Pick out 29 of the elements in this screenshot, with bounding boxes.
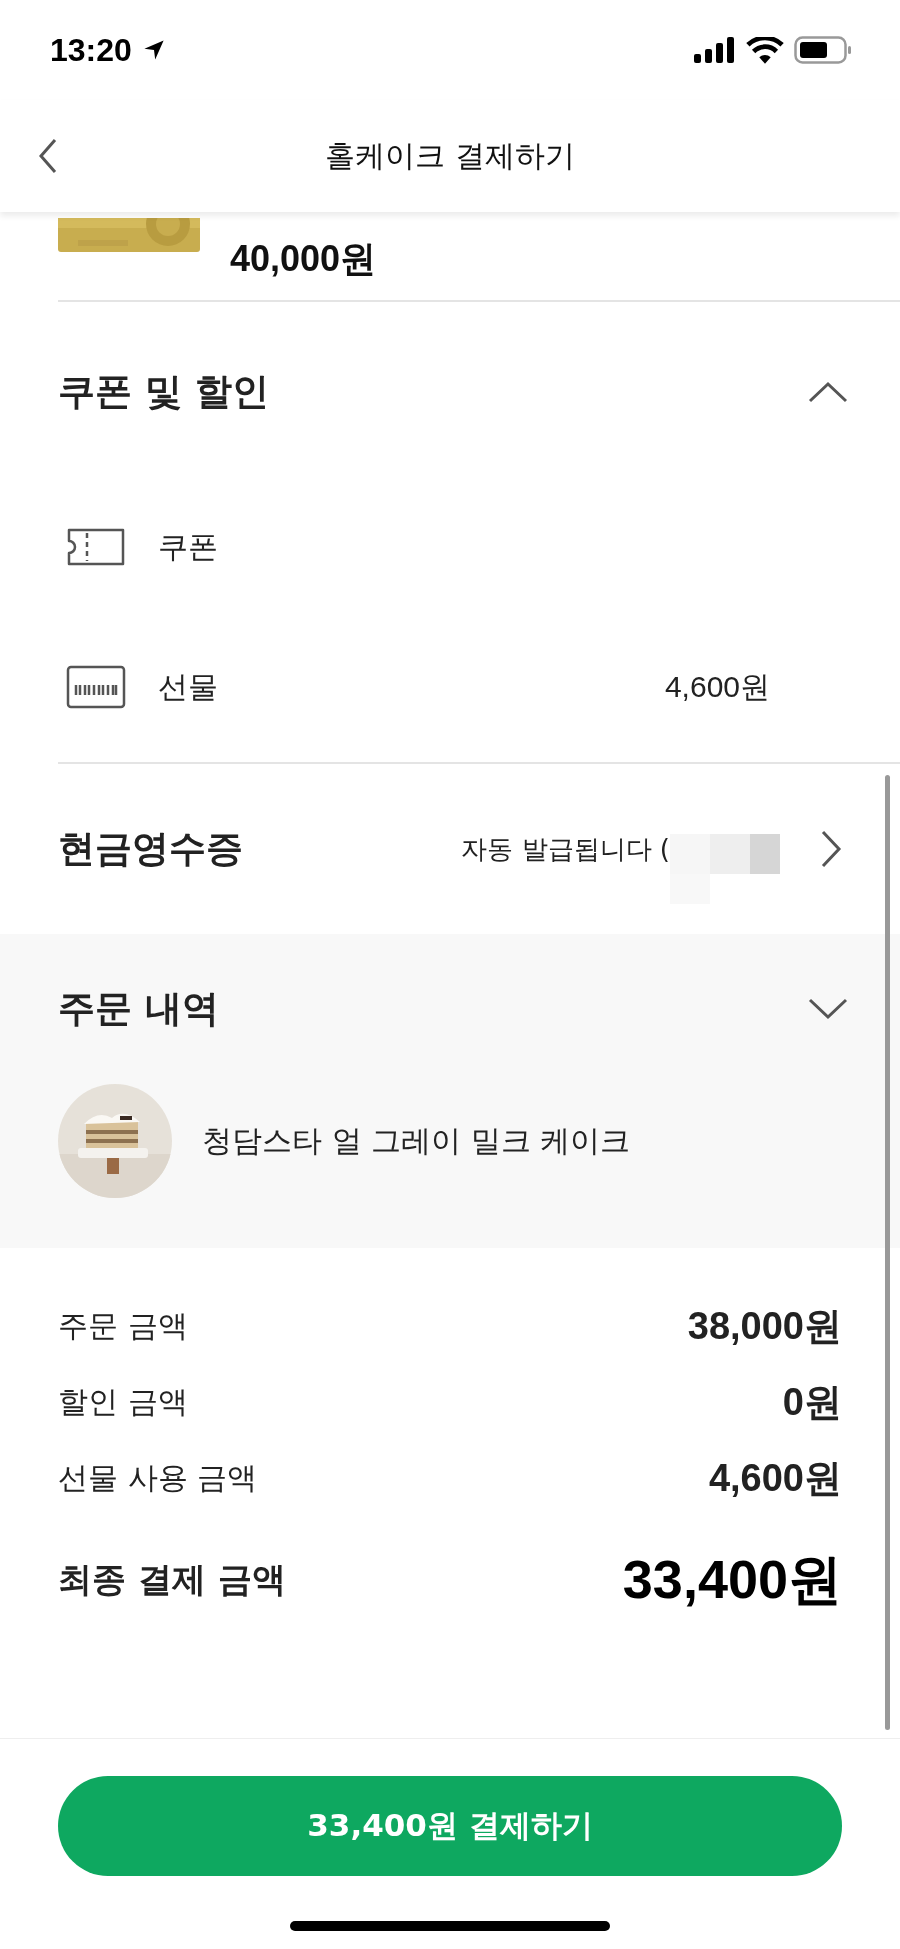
ticket-icon <box>66 527 126 567</box>
pay-button[interactable]: 33,400원 결제하기 <box>58 1776 842 1876</box>
discount-amount: 4,600원 <box>664 668 770 705</box>
discount-label: 선물 <box>158 667 218 706</box>
summary-label: 선물 사용 금액 <box>58 1458 258 1497</box>
section-title: 현금영수증 <box>58 826 243 872</box>
page-title: 홀케이크 결제하기 <box>325 136 575 175</box>
summary-amount: 4,600원 <box>708 1455 842 1501</box>
status-time: 13:20 <box>50 31 132 69</box>
gift-card-icon <box>66 665 126 709</box>
section-title: 주문 내역 <box>58 986 219 1032</box>
section-title: 쿠폰 및 할인 <box>58 369 269 415</box>
receipt-status: 자동 발급됩니다 ( <box>461 832 670 866</box>
summary-amount: 38,000원 <box>687 1303 842 1349</box>
wifi-icon <box>746 36 784 64</box>
summary-label: 할인 금액 <box>58 1382 188 1421</box>
total-label: 최종 결제 금액 <box>58 1558 286 1601</box>
battery-icon <box>794 36 852 64</box>
chevron-right-icon[interactable] <box>820 829 842 869</box>
card-amount: 40,000원 <box>230 236 377 281</box>
chevron-down-icon[interactable] <box>808 998 848 1020</box>
chevron-up-icon[interactable] <box>808 381 848 403</box>
signal-icon <box>694 37 736 63</box>
product-name: 청담스타 얼 그레이 밀크 케이크 <box>202 1121 631 1160</box>
total-amount: 33,400원 <box>622 1547 842 1611</box>
discount-label: 쿠폰 <box>158 527 218 566</box>
summary-label: 주문 금액 <box>58 1306 188 1345</box>
summary-amount: 0원 <box>782 1379 842 1425</box>
back-icon[interactable] <box>38 138 58 174</box>
